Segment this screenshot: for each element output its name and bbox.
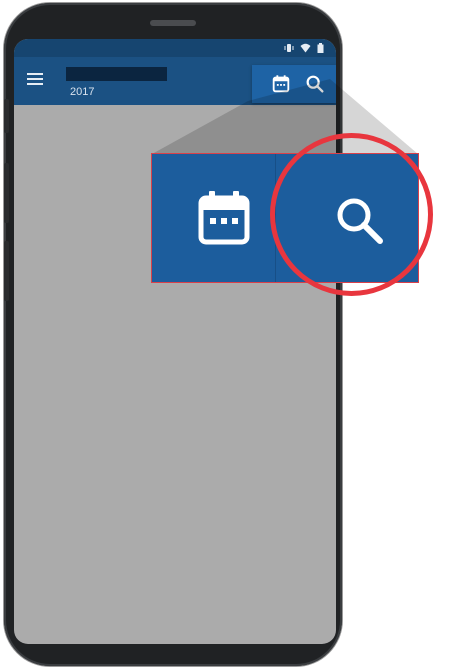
wifi-icon	[300, 43, 311, 53]
phone-speaker	[150, 20, 196, 26]
app-bar-actions	[252, 65, 336, 103]
app-bar: 2017	[14, 57, 336, 105]
battery-icon	[317, 43, 324, 53]
phone-side-button	[4, 241, 9, 301]
divider	[275, 154, 276, 282]
phone-side-button	[4, 163, 9, 223]
phone-side-button	[4, 99, 9, 133]
calendar-icon[interactable]	[198, 189, 250, 245]
zoom-callout	[152, 154, 418, 282]
phone-frame: 2017	[4, 3, 342, 666]
vibrate-icon	[284, 44, 294, 52]
page-title	[66, 67, 167, 81]
menu-icon[interactable]	[26, 70, 44, 88]
search-icon[interactable]	[332, 193, 388, 249]
calendar-icon[interactable]	[270, 73, 292, 95]
page-subtitle: 2017	[70, 86, 95, 98]
phone-screen: 2017	[14, 39, 336, 644]
status-bar	[14, 39, 336, 57]
search-icon[interactable]	[304, 73, 326, 95]
